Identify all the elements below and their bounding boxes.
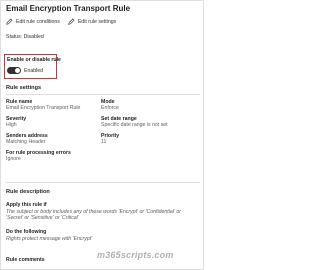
apply-rule-if-label: Apply this rule if [6,202,47,208]
do-the-following-label: Do the following [6,229,47,235]
edit-rule-conditions-label: Edit rule conditions [16,18,60,25]
do-the-following-text: Rights protect message with 'Encrypt' [6,236,93,242]
divider [6,182,200,183]
divider [6,94,200,95]
senders-address-field: Senders address Matching Header [6,133,48,146]
enable-rule-title: Enable or disable rule [7,57,61,63]
enable-rule-toggle[interactable] [7,67,21,74]
processing-errors-field: For rule processing errors Ignore [6,150,71,163]
set-date-range-value: Specific date range is not set [101,122,168,129]
rule-name-field: Rule name Email Encryption Transport Rul… [6,99,80,112]
edit-rule-conditions-button[interactable]: Edit rule conditions [6,18,60,25]
watermark: m365scripts.com [97,250,174,260]
apply-rule-if-text: The subject or body includes any of thes… [6,209,181,222]
command-bar: Edit rule conditions Edit rule settings [6,18,116,25]
edit-rule-settings-label: Edit rule settings [77,18,117,25]
severity-field: Severity High [6,116,26,129]
enable-rule-row: Enabled [7,67,43,74]
enable-rule-highlight: Enable or disable rule Enabled [4,54,61,79]
toggle-state-label: Enabled [24,67,44,74]
rule-details-panel: Email Encryption Transport Rule Edit rul… [0,0,204,270]
set-date-range-field: Set date range Specific date range is no… [101,116,168,129]
rule-name-value: Email Encryption Transport Rule [6,105,81,112]
priority-field: Priority 11 [101,133,119,146]
priority-value: 11 [101,139,107,146]
rule-description-heading: Rule description [6,189,50,195]
panel-title: Email Encryption Transport Rule [6,4,131,13]
pencil-icon [6,18,13,25]
severity-value: High [6,122,17,129]
pencil-icon [68,18,75,25]
rule-settings-heading: Rule settings [6,85,42,91]
edit-rule-settings-button[interactable]: Edit rule settings [68,18,116,25]
processing-errors-value: Ignore [6,156,21,163]
rule-comments-label: Rule comments [6,257,45,263]
senders-address-value: Matching Header [6,139,46,146]
toggle-knob [15,68,20,73]
mode-value: Enforce [101,105,119,112]
mode-field: Mode Enforce [101,99,119,112]
rule-status: Status: Disabled [6,34,44,40]
